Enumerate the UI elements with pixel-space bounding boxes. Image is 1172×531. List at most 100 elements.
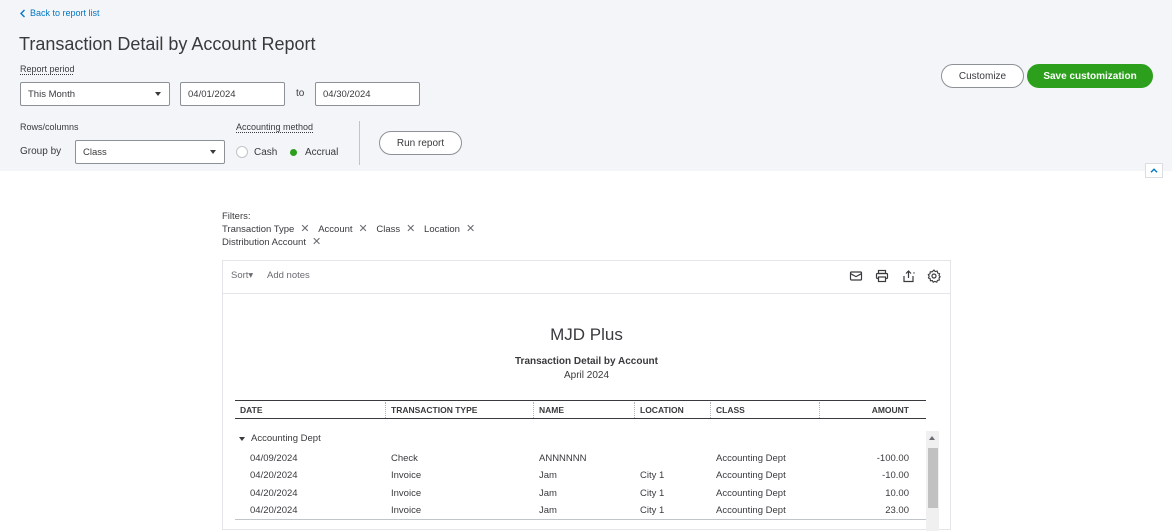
table-header: DATE TRANSACTION TYPE NAME LOCATION CLAS… [235,400,926,419]
run-report-button[interactable]: Run report [379,131,462,155]
filter-chip-class: Class ✕ [376,223,415,236]
group-by-label: Group by [20,146,62,157]
column-header-location[interactable]: LOCATION [640,405,684,415]
accrual-radio[interactable]: Accrual [287,146,338,158]
start-date-input[interactable]: 04/01/2024 [180,82,285,106]
chevron-up-icon [1150,168,1158,173]
filter-chip-location: Location ✕ [424,223,475,236]
report-period-label: Report period [20,64,75,74]
close-icon[interactable]: ✕ [406,223,415,236]
accrual-radio-label: Accrual [305,146,339,158]
start-date-value: 04/01/2024 [188,88,236,100]
dropdown-caret-icon [210,150,216,154]
row-name: Jam [539,488,557,499]
row-amount: -10.00 [882,470,909,481]
row-amount: 10.00 [885,488,909,499]
save-customization-button[interactable]: Save customization [1027,64,1153,88]
column-divider [710,402,711,418]
group-name: Accounting Dept [251,433,321,444]
column-divider [634,402,635,418]
table-row[interactable]: 04/20/2024 Invoice Jam City 1 Accounting… [235,486,926,503]
report-toolbar: Sort▾ Add notes [223,261,950,294]
group-by-value: Class [83,146,107,158]
row-date: 04/20/2024 [250,488,298,499]
row-date: 04/09/2024 [250,453,298,464]
sort-dropdown[interactable]: Sort▾ [231,270,253,281]
table-scrollbar[interactable] [926,431,939,531]
back-to-report-list-link[interactable]: Back to report list [19,8,100,18]
row-class: Accounting Dept [716,505,786,516]
row-class: Accounting Dept [716,488,786,499]
report-title: Transaction Detail by Account [515,356,658,367]
company-name: MJD Plus [550,325,623,344]
chevron-left-icon [20,9,25,17]
row-transaction-type[interactable]: Check [391,453,418,464]
report-settings-panel: Back to report list Transaction Detail b… [0,0,1172,171]
row-amount: -100.00 [876,453,909,464]
scrollbar-thumb[interactable] [928,448,938,508]
radio-unchecked-icon [236,146,248,158]
filter-chip-label: Location [424,224,460,235]
filter-chip-account: Account ✕ [318,223,368,236]
row-date: 04/20/2024 [250,470,298,481]
filters-label: Filters: [222,211,251,222]
filter-chip-label: Distribution Account [222,237,306,248]
end-date-input[interactable]: 04/30/2024 [315,82,420,106]
group-row-toggle[interactable]: Accounting Dept [239,433,321,444]
dropdown-caret-icon [155,92,161,96]
row-location: City 1 [640,488,665,499]
row-date: 04/20/2024 [250,505,298,516]
close-icon[interactable]: ✕ [300,223,309,236]
collapse-panel-button[interactable] [1145,163,1163,178]
report-period-select[interactable]: This Month [20,82,170,106]
filter-chip-label: Transaction Type [222,224,295,235]
settings-icon[interactable] [927,269,941,283]
report-period-value: This Month [28,88,75,100]
row-class: Accounting Dept [716,470,786,481]
add-notes-link[interactable]: Add notes [267,270,310,281]
end-date-value: 04/30/2024 [323,88,371,100]
caret-down-icon [239,436,245,441]
close-icon[interactable]: ✕ [312,236,321,249]
row-name: Jam [539,505,557,516]
cash-radio[interactable]: Cash [236,146,277,158]
filters-area: Filters: Transaction Type ✕ Account ✕ Clas… [222,210,481,249]
row-transaction-type[interactable]: Invoice [391,488,421,499]
row-transaction-type[interactable]: Invoice [391,505,421,516]
scroll-up-arrow-icon[interactable] [929,436,935,440]
table-row[interactable]: 04/09/2024 Check ANNNNNN Accounting Dept… [235,451,926,468]
column-header-class[interactable]: CLASS [716,405,745,415]
report-date-range: April 2024 [563,370,610,381]
export-icon[interactable] [902,269,916,283]
customize-button[interactable]: Customize [941,64,1024,88]
close-icon[interactable]: ✕ [466,223,475,236]
to-label: to [296,88,305,99]
filter-chip-label: Class [376,224,401,235]
column-header-transaction-type[interactable]: TRANSACTION TYPE [391,405,477,415]
filter-chip-transaction-type: Transaction Type ✕ [222,223,310,236]
accounting-method-label: Accounting method [236,122,314,132]
table-row[interactable]: 04/20/2024 Invoice Jam City 1 Accounting… [235,503,926,520]
column-header-amount[interactable]: AMOUNT [872,405,909,415]
page-title: Transaction Detail by Account Report [19,34,316,54]
column-divider [819,402,820,418]
group-by-select[interactable]: Class [75,140,225,164]
report-panel: Sort▾ Add notes MJD Plus Transaction Det… [222,260,951,531]
divider [359,121,360,165]
column-header-date[interactable]: DATE [240,405,263,415]
column-divider [533,402,534,418]
cash-radio-label: Cash [254,146,278,158]
close-icon[interactable]: ✕ [359,223,368,236]
column-header-name[interactable]: NAME [539,405,564,415]
print-icon[interactable] [875,269,889,283]
filter-chip-distribution-account: Distribution Account ✕ [222,236,321,249]
row-amount: 23.00 [885,505,909,516]
row-transaction-type[interactable]: Invoice [391,470,421,481]
divider [235,519,926,520]
table-row[interactable]: 04/20/2024 Invoice Jam City 1 Accounting… [235,468,926,485]
back-link-label: Back to report list [30,8,100,18]
radio-checked-icon [287,146,299,158]
row-name: ANNNNNN [539,453,587,464]
email-icon[interactable] [849,269,863,283]
column-divider [385,402,386,418]
